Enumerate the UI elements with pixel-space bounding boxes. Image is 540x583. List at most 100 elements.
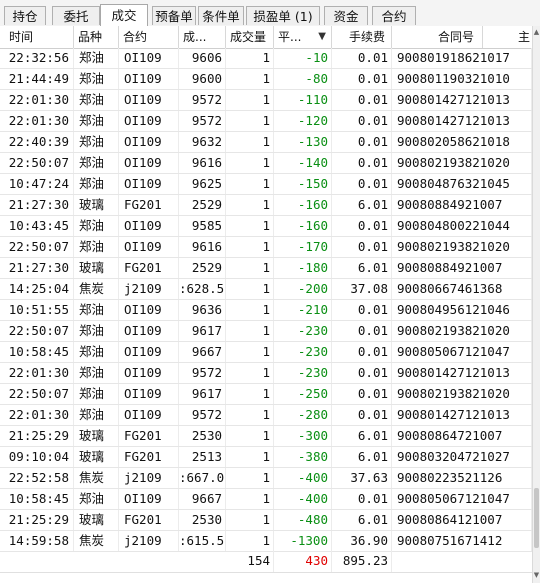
table-row[interactable]: 22:50:07 郑油 OI109 9616 1 -140 0.01 900802193821… — [0, 153, 532, 174]
tab-contracts[interactable]: 合约 — [372, 6, 416, 25]
table-row[interactable]: 21:44:49 郑油 OI109 9600 1 -80 0.01 9008011903210… — [0, 69, 532, 90]
cell-contract: OI109 — [119, 342, 179, 362]
cell-order-no: 900802193821020 — [392, 384, 532, 404]
cell-close-pnl: -480 — [274, 510, 332, 530]
column-header-time[interactable]: 时间 — [0, 26, 74, 48]
table-row[interactable]: 10:51:55 郑油 OI109 9636 1 -210 0.01 900804956121… — [0, 300, 532, 321]
tab-trades[interactable]: 成交 — [100, 4, 148, 27]
cell-trade-qty: 1 — [226, 90, 274, 110]
cell-time: 22:50:07 — [0, 237, 74, 257]
cell-contract: FG201 — [119, 195, 179, 215]
cell-time: 22:01:30 — [0, 363, 74, 383]
table-row[interactable]: 22:50:07 郑油 OI109 9617 1 -250 0.01 900802193821… — [0, 384, 532, 405]
cell-order-no: 90080751671412 — [392, 531, 532, 551]
cell-order-no: 900801427121013 — [392, 405, 532, 425]
cell-order-no: 900802193821020 — [392, 237, 532, 257]
column-header-trade-price[interactable]: 成... — [179, 26, 226, 48]
cell-fee: 0.01 — [332, 153, 392, 173]
cell-close-pnl: -130 — [274, 132, 332, 152]
cell-product: 郑油 — [74, 90, 119, 110]
cell-contract: OI109 — [119, 174, 179, 194]
tab-positions[interactable]: 持仓 — [4, 6, 46, 25]
cell-fee: 0.01 — [332, 300, 392, 320]
table-row[interactable]: 21:27:30 玻璃 FG201 2529 1 -160 6.01 900808849210… — [0, 195, 532, 216]
cell-close-pnl: -150 — [274, 174, 332, 194]
table-row[interactable]: 14:59:58 焦炭 j2109:615.5 1 -1300 36.90 90080751… — [0, 531, 532, 552]
cell-time: 22:40:39 — [0, 132, 74, 152]
cell-trade-qty: 1 — [226, 132, 274, 152]
table-row[interactable]: 21:27:30 玻璃 FG201 2529 1 -180 6.01 900808849210… — [0, 258, 532, 279]
cell-fee: 37.63 — [332, 468, 392, 488]
table-row[interactable]: 10:58:45 郑油 OI109 9667 1 -400 0.01 900805067121… — [0, 489, 532, 510]
table-row[interactable]: 22:01:30 郑油 OI109 9572 1 -280 0.01 900801427121… — [0, 405, 532, 426]
column-header-order-no[interactable]: 合同号 — [392, 26, 483, 48]
cell-time: 09:10:04 — [0, 447, 74, 467]
cell-trade-qty: 1 — [226, 531, 274, 551]
column-header-fee[interactable]: 手续费 — [332, 26, 392, 48]
tab-stop-profit-orders[interactable]: 损盈单 (1) — [246, 6, 320, 25]
column-header-main[interactable]: 主 — [483, 26, 532, 48]
cell-contract: OI109 — [119, 48, 179, 68]
cell-order-no: 90080223521126 — [392, 468, 532, 488]
table-row[interactable]: 21:25:29 玻璃 FG201 2530 1 -300 6.01 900808647210… — [0, 426, 532, 447]
cell-product: 焦炭 — [74, 531, 119, 551]
table-row[interactable]: 22:52:58 焦炭 j2109:667.0 1 -400 37.63 900802235… — [0, 468, 532, 489]
cell-close-pnl: -250 — [274, 384, 332, 404]
cell-trade-qty: 1 — [226, 237, 274, 257]
column-header-product[interactable]: 品种 — [74, 26, 119, 48]
cell-order-no: 90080864121007 — [392, 510, 532, 530]
tab-funds[interactable]: 资金 — [324, 6, 368, 25]
cell-trade-qty: 1 — [226, 195, 274, 215]
table-row[interactable]: 22:50:07 郑油 OI109 9617 1 -230 0.01 900802193821… — [0, 321, 532, 342]
cell-order-no: 900805067121047 — [392, 342, 532, 362]
cell-fee: 0.01 — [332, 69, 392, 89]
table-row[interactable]: 10:47:24 郑油 OI109 9625 1 -150 0.01 900804876321… — [0, 174, 532, 195]
tab-orders[interactable]: 委托 — [52, 6, 100, 25]
cell-trade-price: :628.5 — [179, 279, 226, 299]
cell-trade-price: :667.0 — [179, 468, 226, 488]
cell-contract: OI109 — [119, 489, 179, 509]
table-row[interactable]: 10:58:45 郑油 OI109 9667 1 -230 0.01 900805067121… — [0, 342, 532, 363]
table-row[interactable]: 09:10:04 玻璃 FG201 2513 1 -380 6.01 900803204721… — [0, 447, 532, 468]
cell-close-pnl: -210 — [274, 300, 332, 320]
tab-bar: 持仓 委托 成交 预备单 条件单 损盈单 (1) 资金 合约 — [0, 0, 540, 27]
cell-close-pnl: -230 — [274, 342, 332, 362]
scroll-up-icon[interactable]: ▲ — [533, 28, 540, 36]
table-row[interactable]: 22:01:30 郑油 OI109 9572 1 -110 0.01 900801427121… — [0, 90, 532, 111]
scroll-down-icon[interactable]: ▼ — [533, 571, 540, 579]
cell-close-pnl: -200 — [274, 279, 332, 299]
table-row[interactable]: 21:25:29 玻璃 FG201 2530 1 -480 6.01 900808641210… — [0, 510, 532, 531]
vertical-scrollbar[interactable]: ▲ ▼ — [532, 26, 540, 583]
cell-close-pnl: -400 — [274, 489, 332, 509]
cell-product: 郑油 — [74, 216, 119, 236]
table-row[interactable]: 22:50:07 郑油 OI109 9616 1 -170 0.01 900802193821… — [0, 237, 532, 258]
table-row[interactable]: 22:01:30 郑油 OI109 9572 1 -230 0.01 900801427121… — [0, 363, 532, 384]
table-row[interactable]: 22:01:30 郑油 OI109 9572 1 -120 0.01 900801427121… — [0, 111, 532, 132]
cell-product: 郑油 — [74, 69, 119, 89]
cell-trade-qty: 1 — [226, 174, 274, 194]
cell-time: 10:43:45 — [0, 216, 74, 236]
cell-time: 21:27:30 — [0, 195, 74, 215]
cell-time: 10:51:55 — [0, 300, 74, 320]
column-header-trade-qty[interactable]: 成交量 — [226, 26, 274, 48]
scrollbar-thumb[interactable] — [534, 488, 539, 548]
cell-time: 22:32:56 — [0, 48, 74, 68]
column-header-contract[interactable]: 合约 — [119, 26, 179, 48]
table-row[interactable]: 22:32:56 郑油 OI109 9606 1 -10 0.01 9008019186210… — [0, 48, 532, 69]
column-header-close-pnl[interactable]: 平... ▼ — [274, 26, 332, 48]
cell-product: 玻璃 — [74, 426, 119, 446]
tab-conditional-orders[interactable]: 条件单 — [198, 6, 244, 25]
cell-contract: OI109 — [119, 69, 179, 89]
table-row[interactable]: 10:43:45 郑油 OI109 9585 1 -160 0.01 900804800221… — [0, 216, 532, 237]
cell-close-pnl: -180 — [274, 258, 332, 278]
tab-prepared-orders[interactable]: 预备单 — [152, 6, 196, 25]
cell-order-no: 900805067121047 — [392, 489, 532, 509]
table-row[interactable]: 22:40:39 郑油 OI109 9632 1 -130 0.01 900802058621… — [0, 132, 532, 153]
cell-close-pnl: -10 — [274, 48, 332, 68]
cell-fee: 0.01 — [332, 174, 392, 194]
cell-time: 10:58:45 — [0, 489, 74, 509]
cell-product: 玻璃 — [74, 510, 119, 530]
cell-contract: OI109 — [119, 384, 179, 404]
table-row[interactable]: 14:25:04 焦炭 j2109:628.5 1 -200 37.08 900806674… — [0, 279, 532, 300]
cell-product: 郑油 — [74, 237, 119, 257]
